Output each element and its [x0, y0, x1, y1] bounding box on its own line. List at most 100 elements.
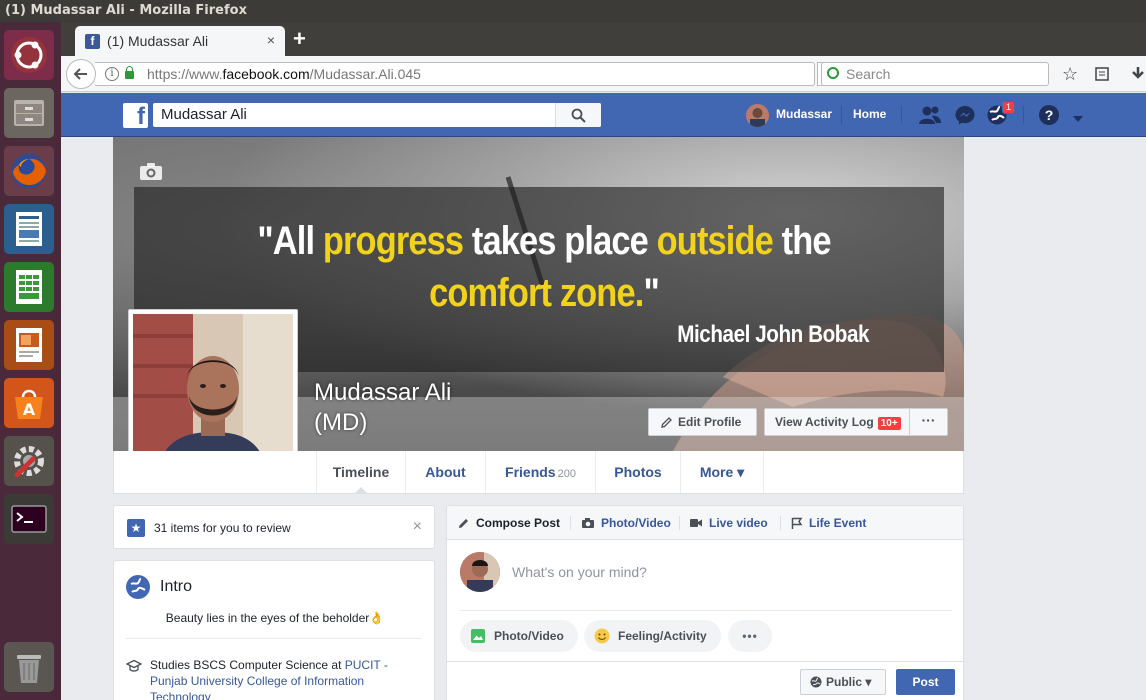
facebook-search-input[interactable]: Mudassar Ali: [153, 103, 601, 127]
edit-profile-button[interactable]: Edit Profile: [648, 408, 757, 436]
composer-input[interactable]: What's on your mind?: [512, 564, 647, 580]
firefox-icon[interactable]: [4, 146, 54, 196]
composer-separator: [679, 516, 680, 530]
writer-icon[interactable]: [4, 204, 54, 254]
back-button[interactable]: [66, 59, 96, 89]
feeling-activity-pill-button[interactable]: Feeling/Activity: [584, 620, 721, 652]
ubuntu-dash-icon[interactable]: [4, 30, 54, 80]
review-items-text[interactable]: 31 items for you to review: [154, 521, 291, 535]
graduation-cap-icon: [125, 659, 143, 678]
view-activity-log-button[interactable]: View Activity Log 10+: [764, 408, 910, 436]
live-video-label: Live video: [709, 516, 768, 530]
tab-close-icon[interactable]: ×: [267, 32, 275, 48]
composer-tabs: Compose Post Photo/Video Live video Life…: [447, 506, 963, 540]
download-icon[interactable]: [1131, 66, 1145, 87]
post-button[interactable]: Post: [896, 669, 955, 695]
notification-badge: 1: [1002, 101, 1016, 114]
files-icon[interactable]: [4, 88, 54, 138]
intro-bio: Beauty lies in the eyes of the beholder👌: [165, 611, 385, 625]
tab-friends[interactable]: Friends 200: [486, 451, 596, 493]
facebook-header: f Mudassar Ali Mudassar Home 1 ?: [61, 93, 1146, 137]
system-settings-icon[interactable]: [4, 436, 54, 486]
terminal-icon[interactable]: [4, 494, 54, 544]
review-items-card[interactable]: ★ 31 items for you to review ×: [113, 505, 435, 549]
bookmark-star-icon[interactable]: ☆: [1062, 64, 1078, 85]
header-user-name[interactable]: Mudassar: [776, 107, 832, 121]
url-bar[interactable]: i https://www.facebook.com/Mudassar.Ali.…: [95, 62, 815, 86]
quote-open: "All: [257, 219, 323, 263]
software-center-icon[interactable]: A: [4, 378, 54, 428]
calc-icon[interactable]: [4, 262, 54, 312]
live-video-tab[interactable]: Live video: [689, 516, 768, 530]
life-event-tab[interactable]: Life Event: [791, 516, 866, 530]
camera-icon[interactable]: [139, 161, 163, 186]
smiley-icon: [594, 628, 610, 644]
intro-title: Intro: [160, 578, 193, 595]
photo-video-label: Photo/Video: [601, 516, 671, 530]
intro-divider: [126, 638, 422, 639]
new-tab-button[interactable]: +: [293, 28, 306, 50]
compose-post-tab[interactable]: Compose Post: [458, 516, 560, 530]
camera-icon: [582, 518, 594, 528]
facebook-logo-icon[interactable]: f: [123, 103, 148, 129]
info-icon[interactable]: i: [105, 67, 119, 81]
post-composer: Compose Post Photo/Video Live video Life…: [446, 505, 964, 700]
window-title: (1) Mudassar Ali - Mozilla Firefox: [0, 0, 1146, 22]
lock-icon[interactable]: [125, 66, 134, 79]
education-entry: Studies BSCS Computer Science at PUCIT -…: [150, 657, 400, 700]
tab-timeline[interactable]: Timeline: [316, 451, 406, 494]
quote-middle-1: takes place: [463, 219, 657, 263]
friends-count: 200: [557, 468, 576, 480]
messenger-icon[interactable]: [954, 104, 976, 131]
tab-title: (1) Mudassar Ali: [107, 33, 209, 49]
impress-icon[interactable]: [4, 320, 54, 370]
header-avatar[interactable]: [746, 104, 769, 127]
video-camera-icon: [690, 519, 702, 527]
pencil-icon: [661, 417, 672, 428]
tab-about[interactable]: About: [406, 451, 486, 493]
globe-icon: [126, 575, 150, 599]
friend-requests-icon[interactable]: [918, 104, 942, 131]
header-separator: [841, 106, 842, 124]
browser-tab[interactable]: f (1) Mudassar Ali ×: [75, 26, 285, 56]
trash-icon[interactable]: [4, 642, 54, 692]
more-options-pill-button[interactable]: •••: [728, 620, 772, 652]
tab-friends-label: Friends: [505, 464, 556, 480]
star-icon: ★: [127, 519, 145, 537]
intro-card: Intro Beauty lies in the eyes of the beh…: [113, 560, 435, 700]
profile-photo-image: [133, 314, 293, 474]
search-button[interactable]: [555, 103, 601, 127]
photo-video-pill-button[interactable]: Photo/Video: [460, 620, 578, 652]
composer-avatar: [460, 552, 500, 592]
account-menu-chevron-down-icon[interactable]: [1072, 110, 1084, 128]
browser-search-box[interactable]: Search: [821, 62, 1049, 86]
facebook-favicon-icon: f: [85, 33, 100, 49]
profile-name-line1: Mudassar Ali: [314, 379, 452, 406]
reading-list-icon[interactable]: [1094, 66, 1110, 87]
photo-video-tab[interactable]: Photo/Video: [581, 516, 671, 530]
composer-separator: [570, 516, 571, 530]
url-prefix: https://www.: [147, 66, 223, 82]
edit-profile-label: Edit Profile: [678, 415, 742, 429]
profile-nickname: (MD): [314, 409, 368, 436]
close-icon[interactable]: ×: [413, 518, 422, 536]
quote-highlight-outside: outside: [656, 219, 774, 263]
feeling-activity-pill-label: Feeling/Activity: [618, 629, 707, 643]
photo-icon: [471, 629, 485, 643]
header-home-link[interactable]: Home: [853, 107, 886, 121]
help-icon[interactable]: ?: [1038, 104, 1060, 131]
privacy-selector[interactable]: Public ▾: [800, 669, 886, 695]
unity-launcher: A: [0, 22, 61, 700]
education-prefix: Studies BSCS Computer Science at: [150, 658, 345, 672]
tab-photos[interactable]: Photos: [596, 451, 681, 493]
search-icon: [571, 108, 586, 123]
url-path: /Mudassar.Ali.045: [309, 66, 421, 82]
arrow-left-icon: [73, 68, 87, 80]
quote-author: Michael John Bobak: [677, 321, 869, 348]
search-placeholder: Search: [846, 66, 891, 82]
quote-middle-2: the: [772, 219, 832, 263]
facebook-search-value: Mudassar Ali: [161, 106, 247, 123]
tab-more[interactable]: More ▾: [681, 451, 764, 493]
more-options-button[interactable]: ···: [909, 408, 948, 436]
pencil-icon: [459, 519, 468, 528]
